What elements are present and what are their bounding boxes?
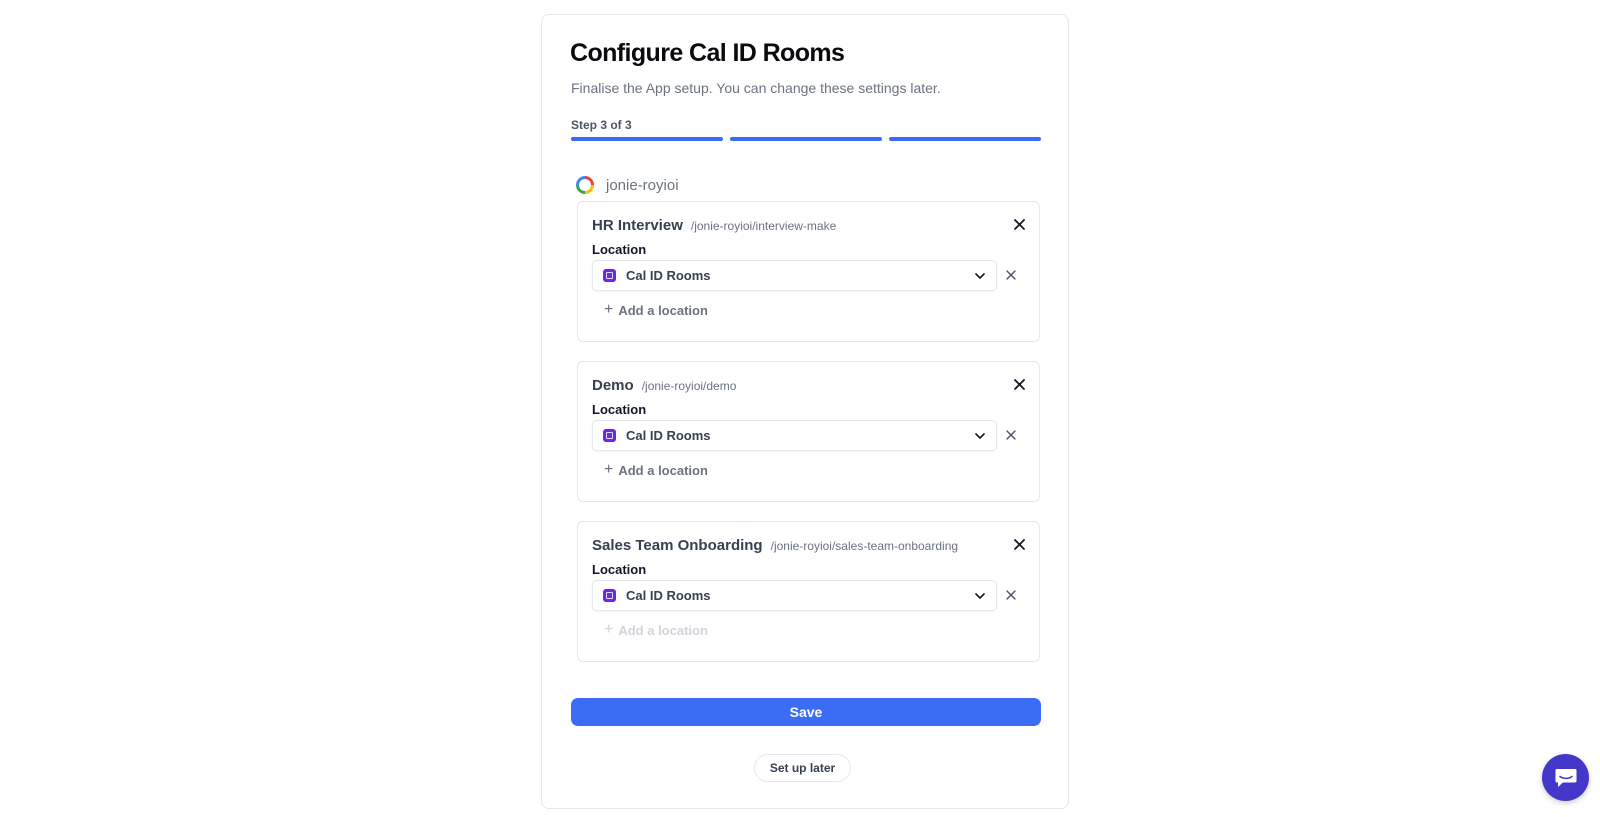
chat-button[interactable]	[1542, 754, 1589, 801]
setup-later-button[interactable]: Set up later	[754, 754, 851, 782]
page-subtitle: Finalise the App setup. You can change t…	[571, 80, 941, 96]
close-icon	[1013, 218, 1025, 230]
location-label: Location	[592, 242, 647, 257]
location-select-value: Cal ID Rooms	[626, 588, 711, 603]
add-location-button[interactable]: + Add a location	[604, 462, 708, 478]
location-select[interactable]: Cal ID Rooms	[592, 580, 997, 611]
location-label: Location	[592, 402, 647, 417]
account-name: jonie-royioi	[606, 176, 679, 194]
location-select-value: Cal ID Rooms	[626, 428, 711, 443]
location-select-value: Cal ID Rooms	[626, 268, 711, 283]
chat-icon	[1555, 768, 1576, 787]
cal-rooms-icon	[603, 589, 616, 602]
add-location-label: Add a location	[618, 302, 708, 318]
remove-location-button[interactable]	[1002, 266, 1020, 284]
save-button[interactable]: Save	[571, 698, 1041, 726]
add-location-button: + Add a location	[604, 622, 708, 638]
chevron-down-icon	[974, 590, 986, 602]
event-type-card: Sales Team Onboarding /jonie-royioi/sale…	[577, 521, 1040, 662]
plus-icon: +	[604, 301, 614, 318]
plus-icon: +	[604, 461, 614, 478]
remove-location-icon	[1006, 590, 1016, 600]
setup-panel: Configure Cal ID Rooms Finalise the App …	[541, 14, 1069, 809]
add-location-button[interactable]: + Add a location	[604, 302, 708, 318]
remove-location-icon	[1006, 270, 1016, 280]
step-bar-3	[889, 137, 1041, 141]
close-icon	[1013, 538, 1025, 550]
step-label: Step 3 of 3	[571, 118, 632, 132]
add-location-label: Add a location	[618, 462, 708, 478]
step-bar-2	[730, 137, 882, 141]
remove-location-button[interactable]	[1002, 586, 1020, 604]
close-icon	[1013, 378, 1025, 390]
account-row: jonie-royioi	[576, 176, 679, 194]
event-type-card: HR Interview /jonie-royioi/interview-mak…	[577, 201, 1040, 342]
remove-location-icon	[1006, 430, 1016, 440]
remove-event-type-button[interactable]	[1009, 534, 1029, 554]
location-select[interactable]: Cal ID Rooms	[592, 260, 997, 291]
page-title: Configure Cal ID Rooms	[570, 39, 845, 67]
event-type-title: Demo	[592, 377, 634, 394]
cal-rooms-icon	[603, 269, 616, 282]
card-header: Sales Team Onboarding /jonie-royioi/sale…	[592, 537, 958, 554]
plus-icon: +	[604, 621, 614, 638]
remove-location-button[interactable]	[1002, 426, 1020, 444]
event-type-card: Demo /jonie-royioi/demo Location Cal ID …	[577, 361, 1040, 502]
add-location-label: Add a location	[618, 622, 708, 638]
event-type-title: HR Interview	[592, 217, 683, 234]
event-type-title: Sales Team Onboarding	[592, 537, 763, 554]
step-progress	[571, 137, 1041, 141]
chevron-down-icon	[974, 270, 986, 282]
cal-rooms-icon	[603, 429, 616, 442]
chevron-down-icon	[974, 430, 986, 442]
event-type-slug: /jonie-royioi/demo	[641, 379, 737, 393]
card-header: Demo /jonie-royioi/demo	[592, 377, 736, 394]
multicolor-ring-icon	[576, 176, 594, 194]
remove-event-type-button[interactable]	[1009, 374, 1029, 394]
event-type-slug: /jonie-royioi/sales-team-onboarding	[770, 539, 959, 553]
card-header: HR Interview /jonie-royioi/interview-mak…	[592, 217, 836, 234]
step-bar-1	[571, 137, 723, 141]
remove-event-type-button[interactable]	[1009, 214, 1029, 234]
location-select[interactable]: Cal ID Rooms	[592, 420, 997, 451]
event-type-slug: /jonie-royioi/interview-make	[690, 219, 837, 233]
location-label: Location	[592, 562, 647, 577]
